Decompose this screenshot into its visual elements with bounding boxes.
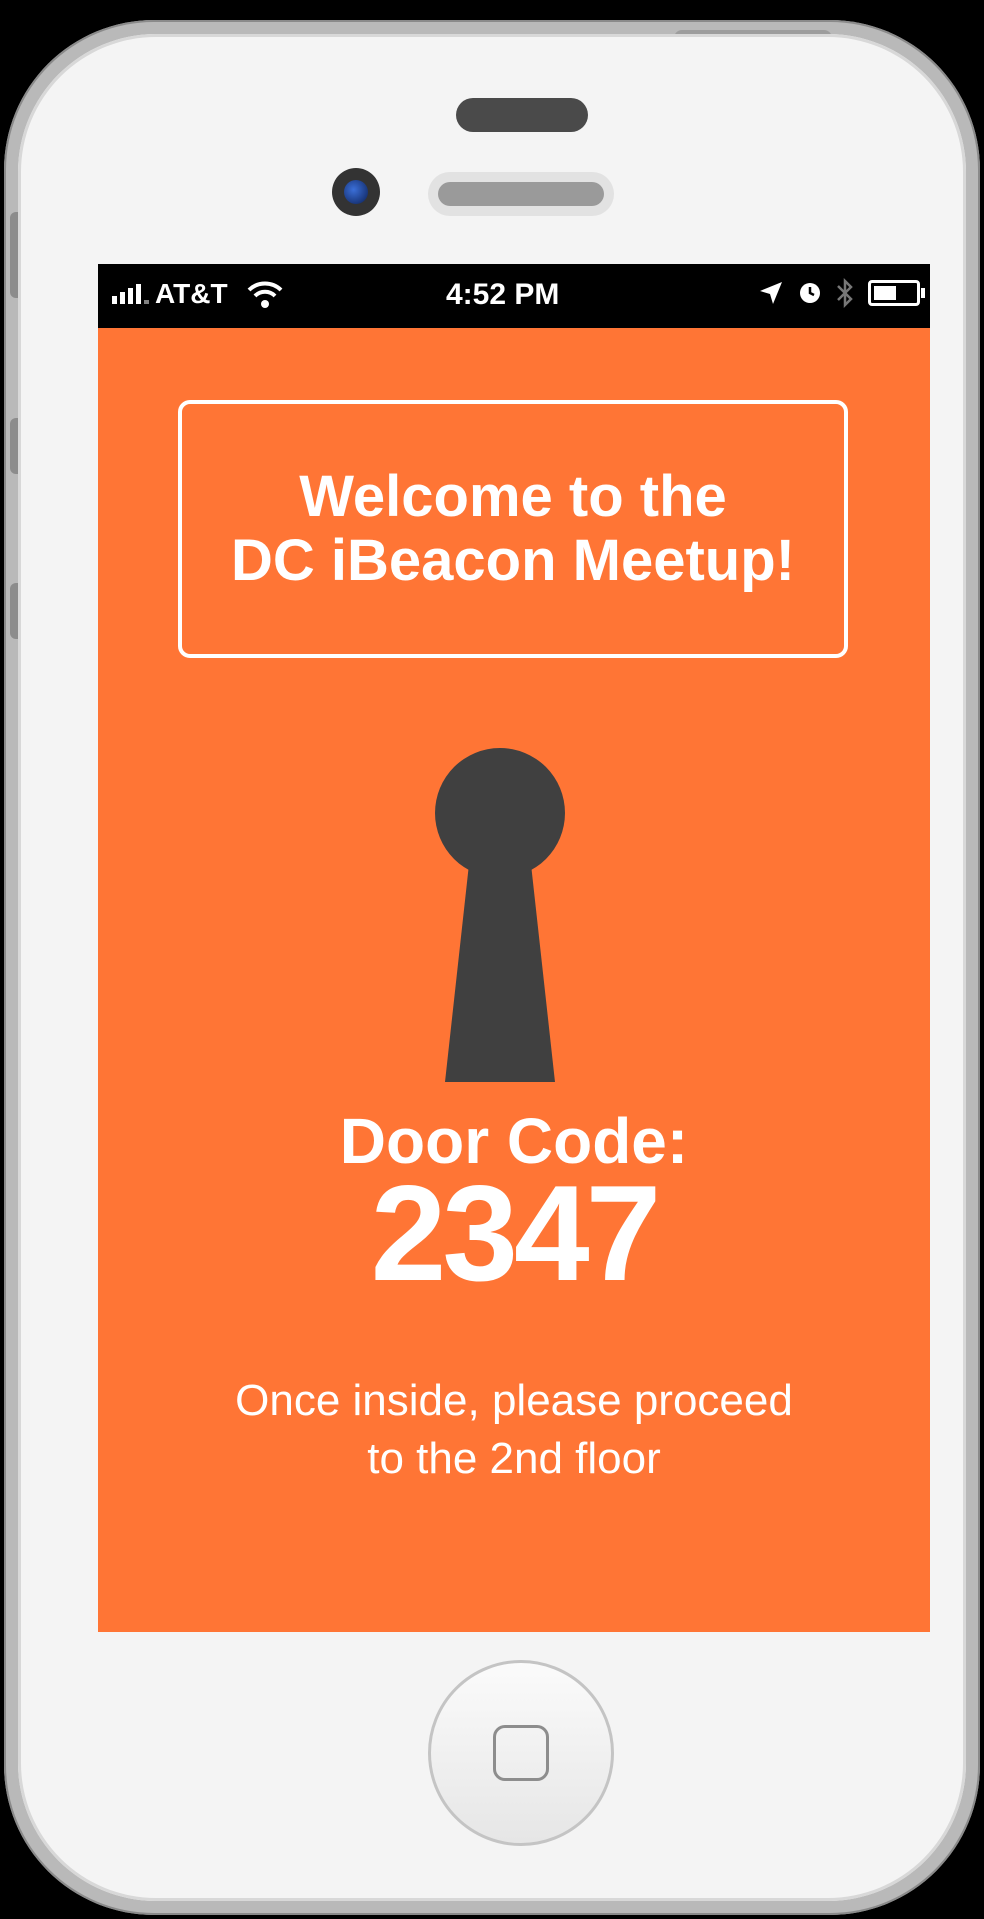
- home-button[interactable]: [428, 1660, 614, 1846]
- location-icon: [760, 282, 782, 304]
- bluetooth-icon: [837, 278, 853, 308]
- status-time: 4:52 PM: [446, 278, 560, 311]
- signal-icon: [112, 284, 149, 304]
- battery-icon: [868, 280, 925, 306]
- status-left: AT&T: [112, 278, 284, 310]
- front-camera-icon: [332, 168, 380, 216]
- instructions-line-1: Once inside, please proceed: [235, 1376, 793, 1425]
- keyhole-icon: [435, 748, 565, 1082]
- earpiece-speaker: [428, 172, 614, 216]
- top-speaker-grille: [456, 98, 588, 132]
- instructions-text: Once inside, please proceed to the 2nd f…: [98, 1372, 930, 1488]
- carrier-label: AT&T: [155, 278, 228, 309]
- wifi-icon: [247, 281, 282, 308]
- welcome-line-1: Welcome to the: [299, 464, 727, 529]
- welcome-line-2: DC iBeacon Meetup!: [231, 528, 795, 593]
- alarm-icon: [800, 283, 820, 303]
- door-code-value: 2347: [370, 1157, 662, 1309]
- status-right: [758, 278, 925, 308]
- welcome-banner: Welcome to the DC iBeacon Meetup!: [178, 400, 848, 658]
- app-screen: AT&T 4:52 PM Welcome to the DC iBeacon M: [98, 264, 930, 1632]
- instructions-line-2: to the 2nd floor: [367, 1434, 661, 1483]
- status-bar: AT&T 4:52 PM: [98, 264, 930, 328]
- home-square-icon: [493, 1725, 549, 1781]
